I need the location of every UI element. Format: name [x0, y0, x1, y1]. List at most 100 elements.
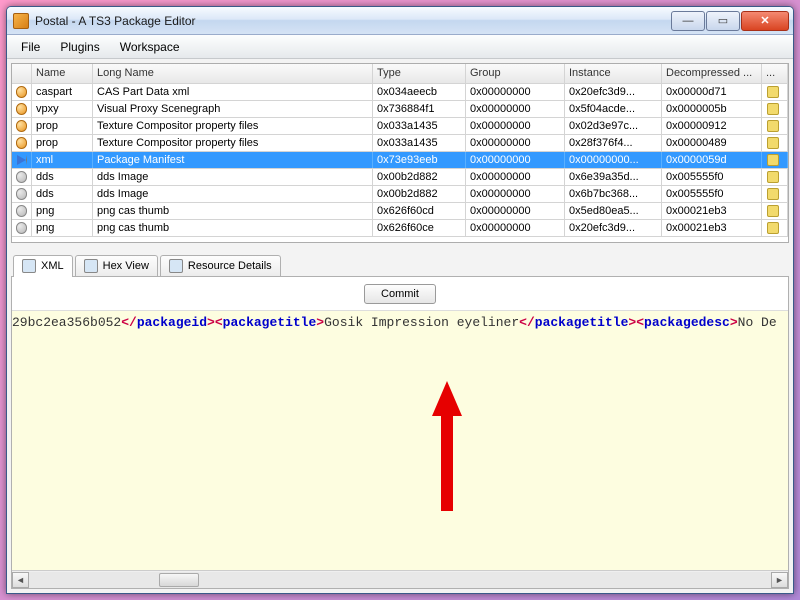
cell-instance: 0x6b7bc368... [565, 186, 662, 202]
scroll-left-button[interactable]: ◄ [12, 572, 29, 588]
cell-name: prop [32, 118, 93, 134]
table-row[interactable]: caspartCAS Part Data xml0x034aeecb0x0000… [12, 84, 788, 101]
cell-group: 0x00000000 [466, 118, 565, 134]
row-type-icon [12, 203, 32, 219]
menu-plugins[interactable]: Plugins [50, 37, 109, 57]
cell-type: 0x00b2d882 [373, 186, 466, 202]
cell-name: png [32, 203, 93, 219]
cell-decompressed: 0x0000059d [662, 152, 762, 168]
cell-group: 0x00000000 [466, 220, 565, 236]
annotation-arrow-icon [432, 381, 462, 511]
resource-flag-icon [767, 188, 779, 200]
commit-bar: Commit [12, 277, 788, 311]
col-instance[interactable]: Instance [565, 64, 662, 83]
cell-type: 0x034aeecb [373, 84, 466, 100]
cell-end [762, 101, 788, 117]
commit-button[interactable]: Commit [364, 284, 436, 304]
scroll-right-button[interactable]: ► [771, 572, 788, 588]
close-button[interactable]: ✕ [741, 11, 789, 31]
tab-resource-details[interactable]: Resource Details [160, 255, 281, 276]
tab-label: Hex View [103, 260, 149, 272]
cell-long-name: dds Image [93, 169, 373, 185]
row-type-icon [12, 118, 32, 134]
grid-header[interactable]: Name Long Name Type Group Instance Decom… [12, 64, 788, 84]
menu-file[interactable]: File [11, 37, 50, 57]
cell-decompressed: 0x00000489 [662, 135, 762, 151]
cell-decompressed: 0x00021eb3 [662, 203, 762, 219]
cell-group: 0x00000000 [466, 169, 565, 185]
col-extra[interactable]: ... [762, 64, 788, 83]
menu-workspace[interactable]: Workspace [110, 37, 190, 57]
resource-grid[interactable]: Name Long Name Type Group Instance Decom… [11, 63, 789, 243]
cell-name: prop [32, 135, 93, 151]
cell-end [762, 203, 788, 219]
window-title: Postal - A TS3 Package Editor [35, 14, 671, 28]
col-name[interactable]: Name [32, 64, 93, 83]
maximize-button[interactable]: ▭ [706, 11, 740, 31]
content: Name Long Name Type Group Instance Decom… [7, 59, 793, 593]
xml-angle: </ [121, 315, 137, 330]
col-icon[interactable] [12, 64, 32, 83]
resource-flag-icon [767, 154, 779, 166]
table-row[interactable]: propTexture Compositor property files0x0… [12, 118, 788, 135]
table-row[interactable]: pngpng cas thumb0x626f60ce0x000000000x20… [12, 220, 788, 237]
table-row[interactable]: ddsdds Image0x00b2d8820x000000000x6b7bc3… [12, 186, 788, 203]
resource-flag-icon [767, 86, 779, 98]
cell-type: 0x73e93eeb [373, 152, 466, 168]
cell-instance: 0x6e39a35d... [565, 169, 662, 185]
table-row[interactable]: vpxyVisual Proxy Scenegraph0x736884f10x0… [12, 101, 788, 118]
resource-flag-icon [767, 120, 779, 132]
cell-long-name: Visual Proxy Scenegraph [93, 101, 373, 117]
app-icon [13, 13, 29, 29]
tab-hex-view[interactable]: Hex View [75, 255, 158, 276]
table-row[interactable]: ddsdds Image0x00b2d8820x000000000x6e39a3… [12, 169, 788, 186]
xml-tag-packagetitle-close: packagetitle [535, 315, 629, 330]
tab-label: Resource Details [188, 260, 272, 272]
tab-xml[interactable]: XML [13, 255, 73, 277]
cell-group: 0x00000000 [466, 152, 565, 168]
xml-angle: > [207, 315, 215, 330]
col-decompressed[interactable]: Decompressed ... [662, 64, 762, 83]
table-row[interactable]: xmlPackage Manifest0x73e93eeb0x000000000… [12, 152, 788, 169]
cell-group: 0x00000000 [466, 101, 565, 117]
table-row[interactable]: pngpng cas thumb0x626f60cd0x000000000x5e… [12, 203, 788, 220]
cell-type: 0x626f60cd [373, 203, 466, 219]
grid-body: caspartCAS Part Data xml0x034aeecb0x0000… [12, 84, 788, 237]
xml-editor[interactable]: 29bc2ea356b052</packageid><packagetitle>… [12, 311, 788, 570]
row-type-icon [12, 220, 32, 236]
cell-long-name: CAS Part Data xml [93, 84, 373, 100]
cell-name: dds [32, 186, 93, 202]
tab-strip: XML Hex View Resource Details [11, 251, 789, 276]
row-type-icon [12, 135, 32, 151]
resource-flag-icon [767, 205, 779, 217]
xml-tag-packagetitle-open: packagetitle [223, 315, 317, 330]
table-row[interactable]: propTexture Compositor property files 0x0… [12, 135, 788, 152]
titlebar[interactable]: Postal - A TS3 Package Editor — ▭ ✕ [7, 7, 793, 35]
row-type-icon [12, 152, 32, 168]
xml-angle: < [636, 315, 644, 330]
row-type-icon [12, 101, 32, 117]
cell-type: 0x736884f1 [373, 101, 466, 117]
cell-group: 0x00000000 [466, 203, 565, 219]
col-group[interactable]: Group [466, 64, 565, 83]
xml-text: 29bc2ea356b052 [12, 315, 121, 330]
cell-end [762, 118, 788, 134]
cell-name: caspart [32, 84, 93, 100]
xml-angle: > [730, 315, 738, 330]
resource-flag-icon [767, 137, 779, 149]
tab-content: Commit 29bc2ea356b052</packageid><packag… [11, 276, 789, 589]
col-long-name[interactable]: Long Name [93, 64, 373, 83]
xml-tag-packagedesc-open: packagedesc [644, 315, 730, 330]
cell-long-name: Texture Compositor property files [93, 135, 373, 151]
cell-decompressed: 0x00021eb3 [662, 220, 762, 236]
cell-end [762, 84, 788, 100]
cell-name: dds [32, 169, 93, 185]
cell-group: 0x00000000 [466, 135, 565, 151]
horizontal-scrollbar[interactable]: ◄ ► [12, 570, 788, 588]
col-type[interactable]: Type [373, 64, 466, 83]
cell-end [762, 220, 788, 236]
minimize-button[interactable]: — [671, 11, 705, 31]
cell-instance: 0x28f376f4... [565, 135, 662, 151]
scroll-thumb[interactable] [159, 573, 199, 587]
scroll-track[interactable] [29, 572, 771, 588]
